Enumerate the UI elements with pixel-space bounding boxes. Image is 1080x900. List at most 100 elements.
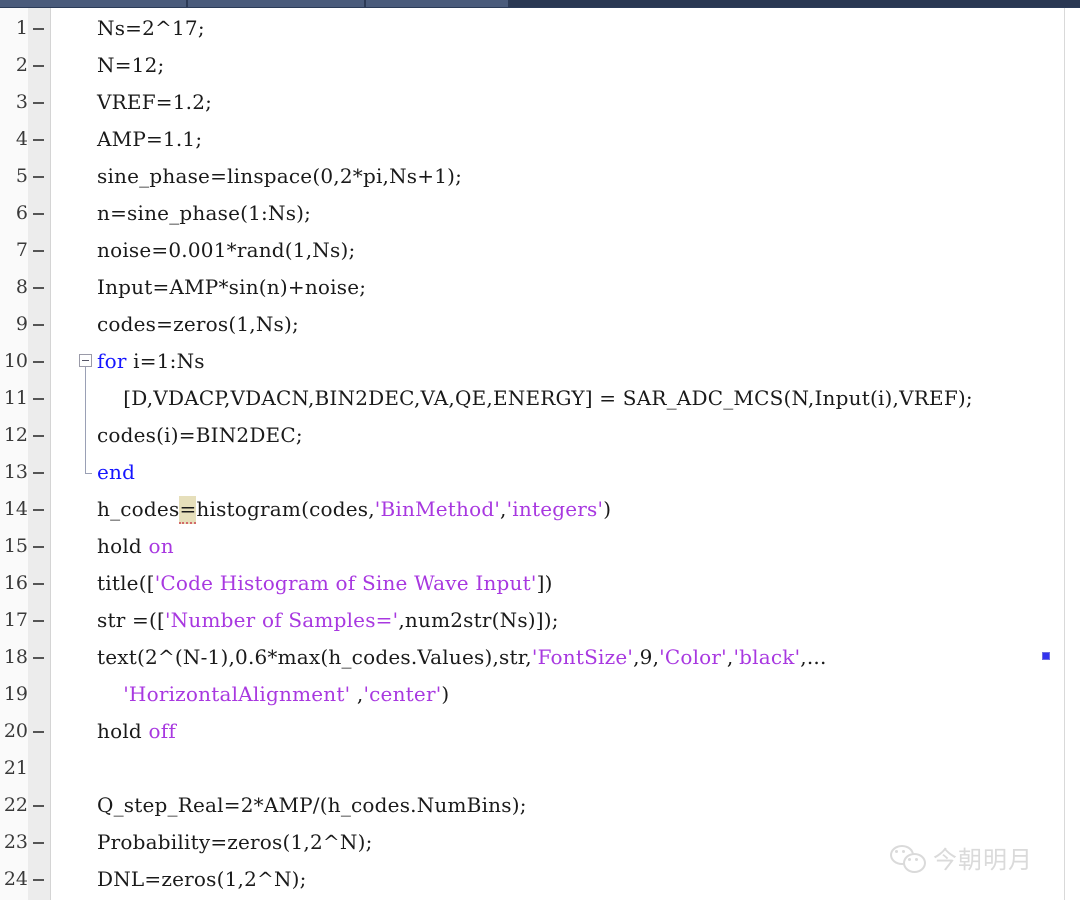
fold-toggle-icon[interactable]	[79, 354, 92, 367]
code-line[interactable]: 16 title(['Code Histogram of Sine Wave In…	[0, 565, 1080, 602]
executable-line-marker[interactable]	[33, 583, 44, 585]
executable-line-marker[interactable]	[33, 361, 44, 363]
code-line-text[interactable]: Q_step_Real=2*AMP/(h_codes.NumBins);	[97, 787, 527, 824]
code-line[interactable]: 11 [D,VDACP,VDACN,BIN2DEC,VA,QE,ENERGY] …	[0, 380, 1080, 417]
code-line[interactable]: 15 hold on	[0, 528, 1080, 565]
line-number: 16	[3, 572, 28, 594]
code-line[interactable]: 4 AMP=1.1;	[0, 121, 1080, 158]
code-line-text[interactable]: title(['Code Histogram of Sine Wave Inpu…	[97, 565, 553, 602]
executable-line-marker[interactable]	[33, 842, 44, 844]
executable-line-marker[interactable]	[33, 657, 44, 659]
executable-line-marker[interactable]	[33, 102, 44, 104]
code-token-plain: hold	[97, 719, 149, 743]
code-line[interactable]: 12 codes(i)=BIN2DEC;	[0, 417, 1080, 454]
line-number: 17	[3, 609, 28, 631]
code-line-text[interactable]: end	[97, 454, 135, 491]
code-line[interactable]: 1 Ns=2^17;	[0, 10, 1080, 47]
code-line-text[interactable]: str =(['Number of Samples=',num2str(Ns)]…	[97, 602, 559, 639]
line-number: 11	[3, 387, 28, 409]
executable-line-marker[interactable]	[33, 287, 44, 289]
code-line[interactable]: 14 h_codes=histogram(codes,'BinMethod','i…	[0, 491, 1080, 528]
code-line-text[interactable]: N=12;	[97, 47, 164, 84]
executable-line-marker[interactable]	[33, 879, 44, 881]
code-token-plain: N=12;	[97, 53, 165, 77]
code-line-text[interactable]: AMP=1.1;	[97, 121, 202, 158]
code-line-text[interactable]: n=sine_phase(1:Ns);	[97, 195, 311, 232]
code-line-text[interactable]: sine_phase=linspace(0,2*pi,Ns+1);	[97, 158, 462, 195]
code-line-text[interactable]: Input=AMP*sin(n)+noise;	[97, 269, 366, 306]
executable-line-marker[interactable]	[33, 620, 44, 622]
code-line[interactable]: 13 end	[0, 454, 1080, 491]
code-token-plain: ,num2str(Ns)]);	[398, 608, 559, 632]
code-line[interactable]: 2 N=12;	[0, 47, 1080, 84]
line-number: 19	[3, 683, 28, 705]
code-token-plain: )	[441, 682, 450, 706]
code-line[interactable]: 8 Input=AMP*sin(n)+noise;	[0, 269, 1080, 306]
executable-line-marker[interactable]	[33, 546, 44, 548]
code-line[interactable]: 5 sine_phase=linspace(0,2*pi,Ns+1);	[0, 158, 1080, 195]
line-number: 22	[3, 794, 28, 816]
code-token-plain: DNL=zeros(1,2^N);	[97, 867, 307, 891]
wechat-eye-3	[908, 857, 911, 861]
code-line-text[interactable]: noise=0.001*rand(1,Ns);	[97, 232, 355, 269]
executable-line-marker[interactable]	[33, 324, 44, 326]
executable-line-marker[interactable]	[33, 509, 44, 511]
code-line[interactable]: 17 str =(['Number of Samples=',num2str(Ns…	[0, 602, 1080, 639]
executable-line-marker[interactable]	[33, 139, 44, 141]
code-line-text[interactable]: 'HorizontalAlignment' ,'center')	[97, 676, 449, 713]
executable-line-marker[interactable]	[33, 176, 44, 178]
line-number: 2	[15, 54, 28, 76]
code-line-text[interactable]: codes=zeros(1,Ns);	[97, 306, 299, 343]
code-analyzer-marker[interactable]	[1042, 652, 1050, 660]
code-line-text[interactable]: hold off	[97, 713, 176, 750]
executable-line-marker[interactable]	[33, 250, 44, 252]
editor-toolbar-strip[interactable]	[0, 0, 1080, 8]
code-line-text[interactable]: h_codes=histogram(codes,'BinMethod','int…	[97, 491, 611, 528]
code-line-text[interactable]: [D,VDACP,VDACN,BIN2DEC,VA,QE,ENERGY] = S…	[97, 380, 973, 417]
code-line-text[interactable]: DNL=zeros(1,2^N);	[97, 861, 307, 898]
executable-line-marker[interactable]	[33, 472, 44, 474]
executable-line-marker[interactable]	[33, 731, 44, 733]
executable-line-marker[interactable]	[33, 28, 44, 30]
code-line[interactable]: 6 n=sine_phase(1:Ns);	[0, 195, 1080, 232]
code-token-plain: h_codes	[97, 497, 180, 521]
code-line[interactable]: 20 hold off	[0, 713, 1080, 750]
code-token-plain: ,	[350, 682, 364, 706]
code-token-str: 'Color'	[659, 645, 727, 669]
line-number: 8	[15, 276, 28, 298]
code-line-text[interactable]: VREF=1.2;	[97, 84, 212, 121]
code-editor[interactable]: 1 Ns=2^17; 2 N=12; 3 VREF=1.2; 4 AMP=1.1; 5 sine_…	[0, 8, 1080, 900]
code-line-text[interactable]: text(2^(N-1),0.6*max(h_codes.Values),str…	[97, 639, 827, 676]
code-token-plain: )	[603, 497, 612, 521]
line-number: 3	[15, 91, 28, 113]
code-line[interactable]: 19 'HorizontalAlignment' ,'center')	[0, 676, 1080, 713]
code-token-plain: Q_step_Real=2*AMP/(h_codes.NumBins);	[97, 793, 527, 817]
code-line-text[interactable]: Probability=zeros(1,2^N);	[97, 824, 373, 861]
code-line[interactable]: 18 text(2^(N-1),0.6*max(h_codes.Values),s…	[0, 639, 1080, 676]
code-line[interactable]: 7 noise=0.001*rand(1,Ns);	[0, 232, 1080, 269]
code-token-str: 'Number of Samples='	[164, 608, 399, 632]
code-line[interactable]: 22 Q_step_Real=2*AMP/(h_codes.NumBins);	[0, 787, 1080, 824]
code-token-str: 'HorizontalAlignment'	[123, 682, 351, 706]
executable-line-marker[interactable]	[33, 435, 44, 437]
code-line-text[interactable]: hold on	[97, 528, 174, 565]
line-number: 10	[3, 350, 28, 372]
line-number: 14	[3, 498, 28, 520]
executable-line-marker[interactable]	[33, 213, 44, 215]
code-token-str: 'Code Histogram of Sine Wave Input'	[154, 571, 537, 595]
line-number: 23	[3, 831, 28, 853]
code-line-text[interactable]: Ns=2^17;	[97, 10, 205, 47]
code-token-plain: histogram(codes,	[196, 497, 375, 521]
code-line[interactable]: 21	[0, 750, 1080, 787]
code-line-text[interactable]: codes(i)=BIN2DEC;	[97, 417, 303, 454]
line-number: 24	[3, 868, 28, 890]
code-line[interactable]: 10 for i=1:Ns	[0, 343, 1080, 380]
code-token-plain: title([	[97, 571, 155, 595]
code-line-text[interactable]: for i=1:Ns	[97, 343, 205, 380]
code-line[interactable]: 3 VREF=1.2;	[0, 84, 1080, 121]
executable-line-marker[interactable]	[33, 398, 44, 400]
code-line[interactable]: 9 codes=zeros(1,Ns);	[0, 306, 1080, 343]
code-token-str: 'center'	[363, 682, 442, 706]
executable-line-marker[interactable]	[33, 805, 44, 807]
executable-line-marker[interactable]	[33, 65, 44, 67]
